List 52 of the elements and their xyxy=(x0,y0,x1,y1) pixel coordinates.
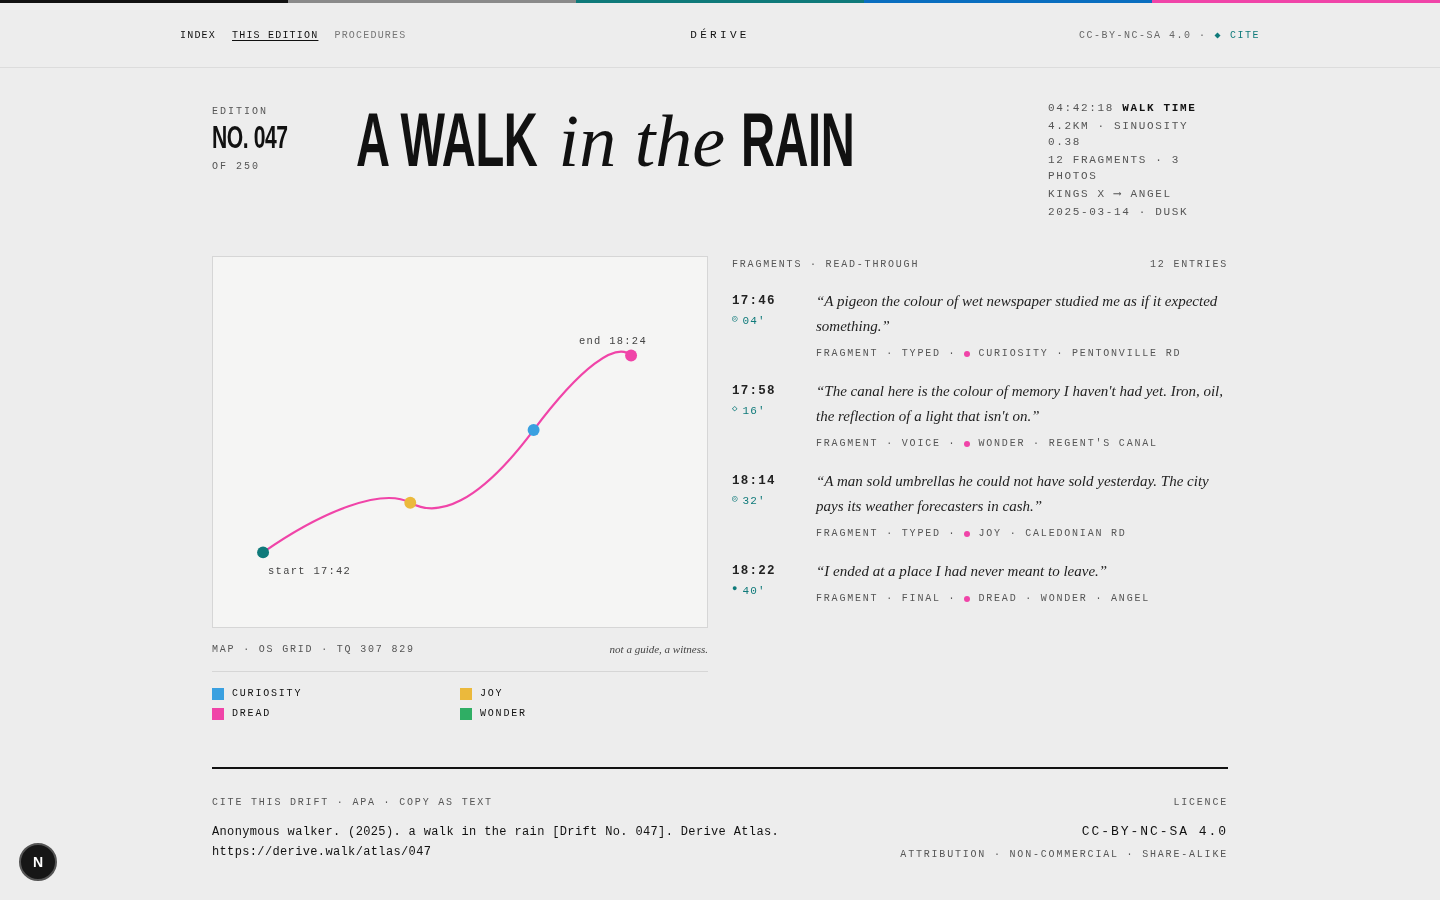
fragment-time: 17:58 xyxy=(732,383,777,400)
nav-link[interactable]: PROCEDURES xyxy=(334,27,407,43)
walk-stat: KINGS X ⟶ ANGEL xyxy=(1048,187,1173,202)
licence-terms: ATTRIBUTION · NON-COMMERCIAL · SHARE-ALIKE xyxy=(900,847,1228,862)
fragment-tags: JOY · CALEDONIAN RD xyxy=(978,526,1127,541)
fragment-time: 18:22 xyxy=(732,563,777,580)
fragment-tags: CURIOSITY · PENTONVILLE RD xyxy=(978,346,1182,361)
fragment-meta: FRAGMENT · TYPED · xyxy=(816,527,957,541)
fragment-offset: ◎ 32' xyxy=(732,492,767,509)
fragments-count: 12 ENTRIES xyxy=(1150,258,1228,272)
fragment-tags: DREAD · WONDER · ANGEL xyxy=(978,591,1151,606)
fragment-offset: ● 40' xyxy=(732,582,767,599)
fragment-offset: ◎ 04' xyxy=(732,312,767,329)
fragment-tags: WONDER · REGENT'S CANAL xyxy=(978,436,1158,451)
licence-heading: LICENCE xyxy=(1173,796,1228,810)
nav-link[interactable]: INDEX xyxy=(180,27,216,43)
citation-text: Anonymous walker. (2025). a walk in the rain [Drift No. 047]. Derive Atlas. xyxy=(212,824,780,841)
end-label: end 18:24 xyxy=(578,334,647,347)
legend-label: JOY xyxy=(480,687,504,701)
brand-name: DÉRIVE xyxy=(690,27,750,43)
fragment-quote: “A man sold umbrellas he could not have sold yesterday. The city pays its weather forecasters in cash.” xyxy=(816,472,1210,516)
licence-name: CC-BY-NC-SA 4.0 xyxy=(1081,823,1228,841)
fragment-meta: FRAGMENT · FINAL · xyxy=(816,592,957,606)
fragment-quote: “I ended at a place I had never meant to leave.” xyxy=(816,562,1109,581)
legend-label: WONDER xyxy=(480,707,527,721)
citation-url: https://derive.walk/atlas/047 xyxy=(212,844,433,861)
nav-link[interactable]: THIS EDITION xyxy=(232,27,319,43)
walk-stat: 12 FRAGMENTS · 3 PHOTOS xyxy=(1048,153,1182,184)
legend-label: DREAD xyxy=(232,707,271,721)
walk-stat: 4.2KM · SINUOSITY 0.38 xyxy=(1048,119,1190,150)
walk-stat: 04:42:18 WALK TIME xyxy=(1048,101,1198,116)
dev-badge[interactable]: N xyxy=(19,843,57,881)
legend-label: CURIOSITY xyxy=(232,687,303,701)
fragment-quote: “A pigeon the colour of wet newspaper studied me as if it expected something.” xyxy=(816,292,1219,336)
cite-heading: CITE THIS DRIFT · APA · COPY AS TEXT xyxy=(212,796,494,810)
fragment-time: 17:46 xyxy=(732,293,777,310)
fragment-offset: ◇ 16' xyxy=(732,402,767,419)
walk-stat: 2025-03-14 · DUSK xyxy=(1048,205,1190,220)
edition-number: NO. 047 xyxy=(212,119,289,155)
fragment-meta: FRAGMENT · TYPED · xyxy=(816,347,957,361)
start-label: start 17:42 xyxy=(268,565,352,578)
fragment-time: 18:14 xyxy=(732,473,777,490)
edition-title: A WALK in the RAIN xyxy=(356,100,856,181)
edition-total: OF 250 xyxy=(212,160,261,174)
map-caption: MAP · OS GRID · TQ 307 829 xyxy=(212,643,415,657)
fragment-quote: “The canal here is the colour of memory I haven't had yet. Iron, oil, the reflection of a light that isn't on.” xyxy=(816,382,1225,426)
map-motto: not a guide, a witness. xyxy=(609,642,708,658)
licence-label: CC-BY-NC-SA 4.0 · xyxy=(1078,28,1207,43)
fragment-meta: FRAGMENT · VOICE · xyxy=(816,437,957,451)
edition-label: EDITION xyxy=(212,105,269,119)
fragments-heading: FRAGMENTS · READ-THROUGH xyxy=(732,258,920,272)
cite-link[interactable]: ◆ CITE xyxy=(1214,27,1260,43)
